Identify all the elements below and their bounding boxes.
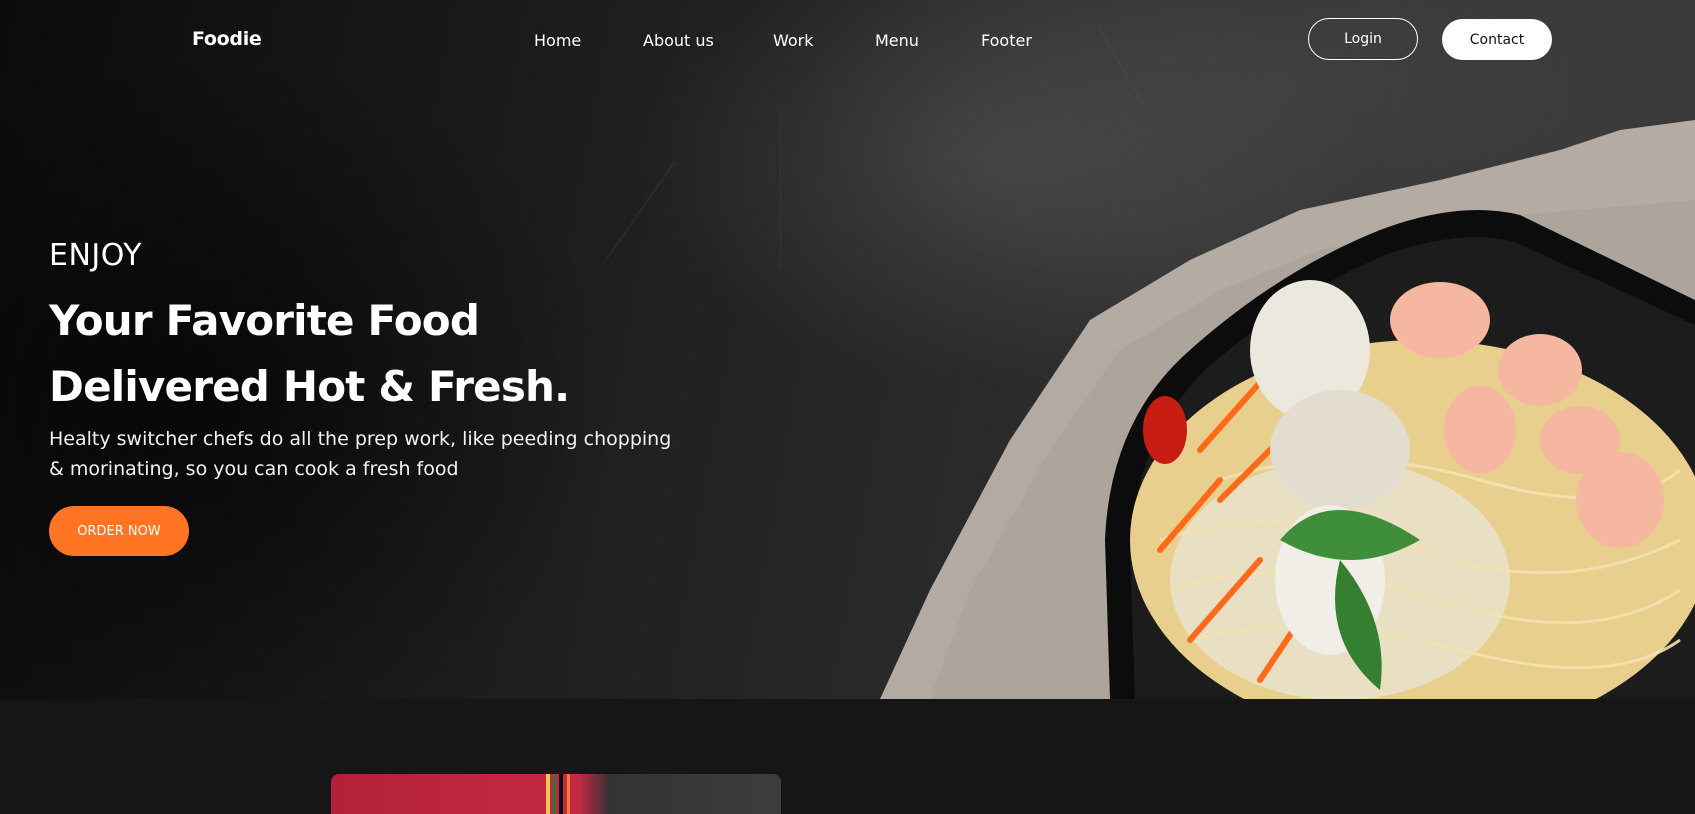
fabric-stripe — [553, 774, 556, 814]
hero-headline-line-2: Delivered Hot & Fresh. — [49, 362, 570, 411]
nav-link-footer[interactable]: Footer — [981, 31, 1032, 50]
nav-link-menu[interactable]: Menu — [875, 31, 981, 50]
nav-link-home[interactable]: Home — [534, 31, 643, 50]
logo[interactable]: Foodie — [192, 28, 262, 50]
hero-description-line-2: & morinating, so you can cook a fresh fo… — [49, 458, 459, 480]
nav-link-about-us[interactable]: About us — [643, 31, 773, 50]
hero-headline-line-1: Your Favorite Food — [49, 296, 480, 345]
login-button[interactable]: Login — [1308, 18, 1418, 60]
mushroom-slice — [1270, 390, 1410, 510]
nav-link-work[interactable]: Work — [773, 31, 875, 50]
hero-section: Foodie Home About us Work Menu Footer Lo… — [0, 0, 1695, 699]
red-pepper — [1143, 396, 1187, 464]
top-navbar: Foodie Home About us Work Menu Footer Lo… — [0, 0, 1695, 80]
fabric-stripe — [559, 774, 563, 814]
hero-text: ENJOY Your Favorite Food Delivered Hot &… — [49, 236, 729, 556]
fabric-stripe — [567, 774, 570, 814]
next-section — [0, 699, 1695, 814]
food-photo-card — [331, 774, 781, 814]
hero-headline: Your Favorite Food Delivered Hot & Fresh… — [49, 288, 729, 420]
fabric-stripe — [546, 774, 550, 814]
hero-description-line-1: Healty switcher chefs do all the prep wo… — [49, 428, 672, 450]
hero-eyebrow: ENJOY — [49, 238, 143, 273]
noodle-bowl-image — [880, 120, 1695, 699]
nav-links: Home About us Work Menu Footer — [534, 31, 1032, 50]
order-now-button[interactable]: ORDER NOW — [49, 506, 189, 556]
contact-button[interactable]: Contact — [1442, 19, 1552, 60]
texture-scratch — [780, 110, 781, 270]
hero-description: Healty switcher chefs do all the prep wo… — [49, 424, 729, 484]
